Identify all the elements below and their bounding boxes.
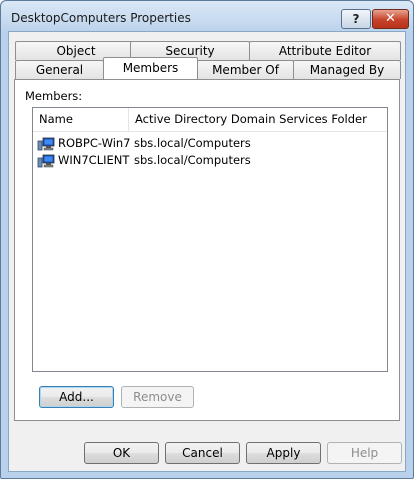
properties-dialog: DesktopComputers Properties ? ✕ Object S… <box>0 0 414 479</box>
list-item[interactable]: ROBPC-Win7 sbs.local/Computers <box>33 135 387 152</box>
ok-button[interactable]: OK <box>84 442 159 464</box>
tab-members[interactable]: Members <box>103 57 198 79</box>
tab-attribute-editor[interactable]: Attribute Editor <box>249 41 401 60</box>
column-header-name[interactable]: Name <box>33 108 129 132</box>
column-header-folder[interactable]: Active Directory Domain Services Folder <box>129 108 387 132</box>
member-name: WIN7CLIENT <box>58 153 130 167</box>
help-button[interactable]: Help <box>327 442 402 464</box>
help-title-button[interactable]: ? <box>341 9 371 29</box>
tab-general[interactable]: General <box>15 60 104 79</box>
computer-icon <box>37 136 55 151</box>
window-title: DesktopComputers Properties <box>11 11 191 25</box>
members-tab-panel: Members: Name Active Directory Domain Se… <box>14 79 400 421</box>
tab-member-of[interactable]: Member Of <box>197 60 294 79</box>
dialog-client-area: Object Security Attribute Editor General… <box>8 31 406 472</box>
title-bar[interactable]: DesktopComputers Properties ? ✕ <box>1 1 413 31</box>
close-button[interactable]: ✕ <box>372 9 409 29</box>
members-label: Members: <box>25 89 83 103</box>
member-name: ROBPC-Win7 <box>58 136 131 150</box>
tab-managed-by[interactable]: Managed By <box>293 60 401 79</box>
add-button[interactable]: Add... <box>39 386 114 408</box>
list-item[interactable]: WIN7CLIENT sbs.local/Computers <box>33 152 387 169</box>
member-folder: sbs.local/Computers <box>134 153 251 167</box>
remove-button[interactable]: Remove <box>121 386 194 408</box>
apply-button[interactable]: Apply <box>246 442 321 464</box>
cancel-button[interactable]: Cancel <box>165 442 240 464</box>
computer-icon <box>37 153 55 168</box>
member-folder: sbs.local/Computers <box>134 136 251 150</box>
members-list[interactable]: Name Active Directory Domain Services Fo… <box>32 107 388 372</box>
